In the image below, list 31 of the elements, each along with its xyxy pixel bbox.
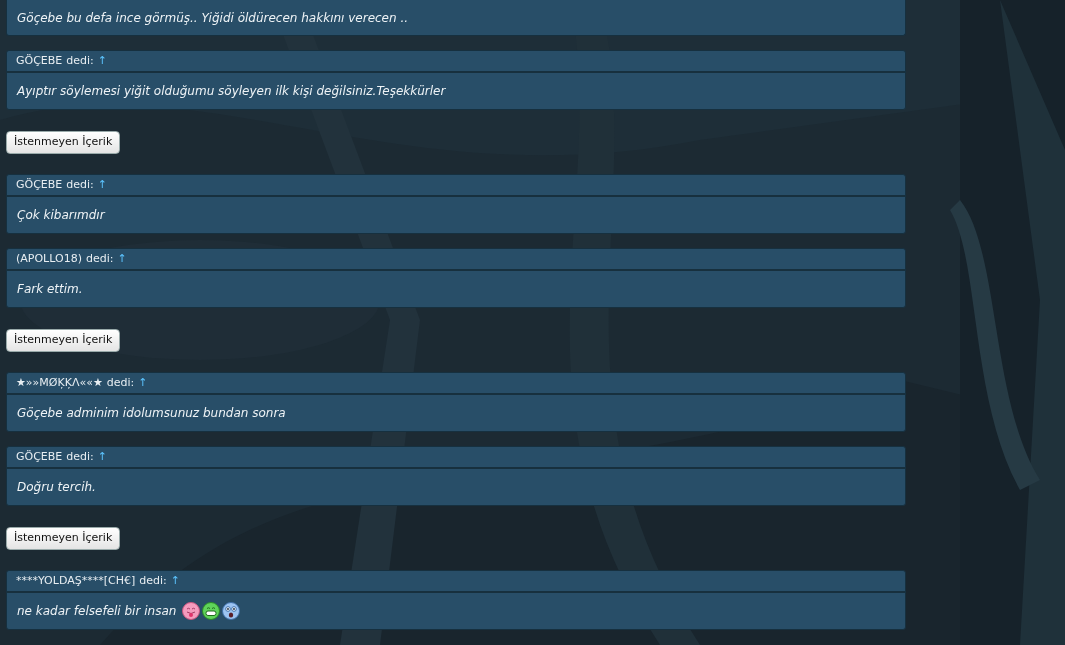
quote-text: Fark ettim. xyxy=(17,281,83,298)
go-to-post-link[interactable]: ↑ xyxy=(170,572,180,590)
author-name: ****YOLDAŞ****[CH€] xyxy=(16,572,136,589)
author-name: ★»»MØĶĶΛ««★ xyxy=(16,374,103,391)
go-to-post-link[interactable]: ↑ xyxy=(97,176,108,194)
unwanted-content-button[interactable]: İstenmeyen İçerik xyxy=(6,329,121,352)
scared-smiley-icon xyxy=(222,602,241,620)
quote-text: Göçebe bu defa ince görmüş.. Yiğidi öldürecen hakkını verecen .. xyxy=(17,9,409,27)
quote-text: Göçebe adminim idolumsunuz bundan sonra xyxy=(17,405,286,422)
said-label: dedi: xyxy=(66,448,94,465)
author-name: GÖÇEBE xyxy=(16,448,63,465)
grinning-smiley-icon xyxy=(202,602,221,620)
go-to-post-link[interactable]: ↑ xyxy=(138,374,148,392)
author-name: (APOLLO18) xyxy=(16,250,82,267)
said-label: dedi: xyxy=(85,250,114,267)
tongue-smiley-icon xyxy=(182,602,201,620)
said-label: dedi: xyxy=(139,572,167,589)
quote-text: ne kadar felsefeli bir insan xyxy=(17,603,177,620)
go-to-post-link[interactable]: ↑ xyxy=(97,52,108,70)
go-to-post-link[interactable]: ↑ xyxy=(97,448,108,466)
said-label: dedi: xyxy=(106,374,135,391)
quote-text: Ayıptır söylemesi yiğit olduğumu söyleyen ilk kişi değilsiniz.Teşekkürler xyxy=(17,83,446,100)
author-name: GÖÇEBE xyxy=(16,176,63,193)
quote-text: Çok kibarımdır xyxy=(17,207,105,224)
quote-text: Doğru tercih. xyxy=(17,479,96,496)
author-name: GÖÇEBE xyxy=(16,52,63,69)
said-label: dedi: xyxy=(66,176,94,193)
go-to-post-link[interactable]: ↑ xyxy=(117,250,127,268)
said-label: dedi: xyxy=(66,52,94,69)
unwanted-content-button[interactable]: İstenmeyen İçerik xyxy=(6,131,121,154)
unwanted-content-button[interactable]: İstenmeyen İçerik xyxy=(6,527,121,550)
